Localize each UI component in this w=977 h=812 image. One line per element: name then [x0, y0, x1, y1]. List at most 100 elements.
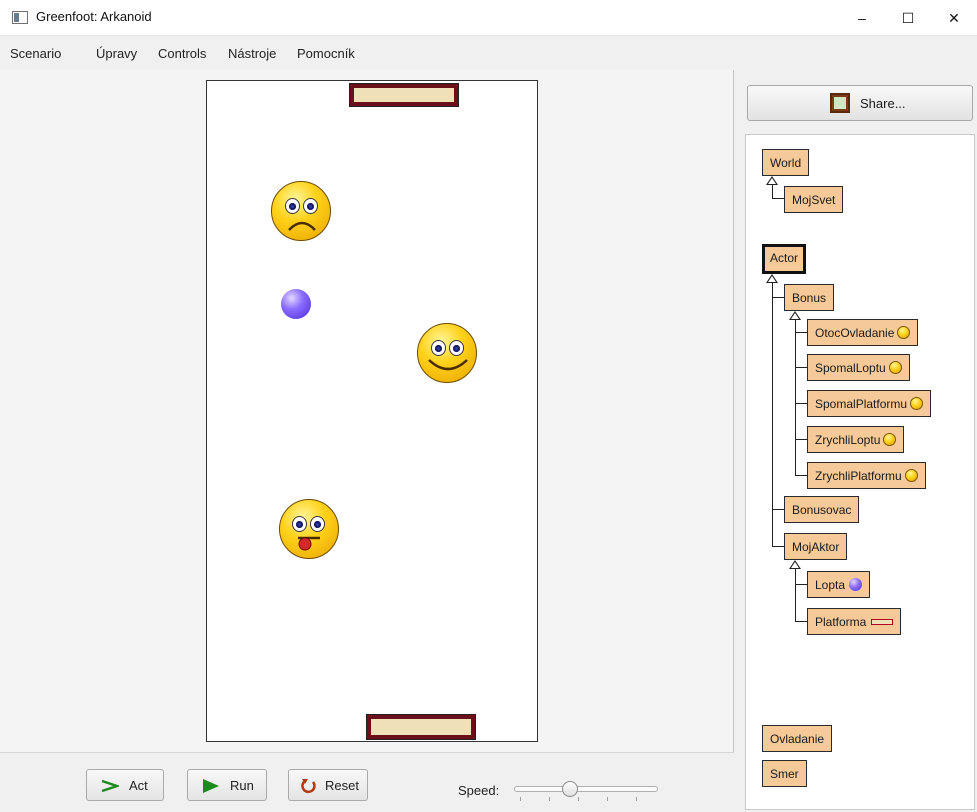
connector-line [795, 621, 807, 622]
minimize-icon[interactable]: – [839, 0, 885, 36]
connector-line [772, 546, 784, 547]
class-panel: Share... World MojSvet Actor Bonus OtocO… [735, 70, 977, 812]
class-mojsvet[interactable]: MojSvet [784, 186, 844, 213]
slider-tick [520, 797, 521, 801]
smile-mouth-icon [428, 359, 468, 371]
connector-line [795, 439, 807, 440]
connector-line [772, 198, 784, 199]
paddle-icon [871, 619, 894, 625]
class-zrychliloptu[interactable]: ZrychliLoptu [807, 426, 905, 453]
connector-line [795, 367, 807, 368]
connector-line [795, 475, 807, 476]
class-mojaktor[interactable]: MojAktor [784, 533, 848, 560]
act-arrow-icon [101, 779, 119, 793]
class-ovladanie[interactable]: Ovladanie [762, 725, 833, 752]
class-otocovladanie[interactable]: OtocOvladanie [807, 319, 919, 346]
speed-slider[interactable] [514, 786, 658, 792]
class-bonusovac[interactable]: Bonusovac [784, 496, 860, 523]
smiley-face-bonus[interactable] [417, 323, 477, 383]
face-icon [897, 326, 911, 339]
face-icon [904, 469, 918, 482]
menu-bar: Scenario Úpravy Controls Nástroje Pomocn… [0, 36, 977, 70]
class-lopta[interactable]: Lopta [807, 571, 871, 598]
class-label: SpomalLoptu [815, 361, 886, 375]
act-button[interactable]: Act [86, 769, 164, 801]
class-label: OtocOvladanie [815, 326, 895, 340]
tongue-mouth-icon [298, 536, 320, 551]
menu-scenario[interactable]: Scenario [10, 46, 61, 61]
ball-icon [849, 578, 863, 591]
face-icon [883, 433, 897, 446]
inheritance-arrow-icon [789, 311, 801, 320]
menu-upravy[interactable]: Úpravy [96, 46, 137, 61]
close-icon[interactable]: ✕ [931, 0, 977, 36]
face-icon [888, 361, 902, 374]
eye-icon [292, 516, 307, 532]
class-label: ZrychliLoptu [815, 433, 881, 447]
speed-slider-thumb[interactable] [562, 781, 578, 797]
easel-icon [830, 93, 850, 113]
ball[interactable] [281, 289, 311, 319]
class-bonus[interactable]: Bonus [784, 284, 835, 311]
reset-button[interactable]: Reset [288, 769, 368, 801]
window-title: Greenfoot: Arkanoid [36, 9, 152, 24]
class-diagram: World MojSvet Actor Bonus OtocOvladanie … [745, 134, 975, 810]
eye-icon [310, 516, 325, 532]
reset-label: Reset [325, 778, 359, 793]
frown-mouth-icon [288, 221, 316, 231]
connector-line [772, 283, 773, 547]
world-area [0, 70, 734, 752]
menu-controls[interactable]: Controls [158, 46, 206, 61]
menu-nastroje[interactable]: Nástroje [228, 46, 276, 61]
game-world[interactable] [206, 80, 538, 742]
run-button[interactable]: Run [187, 769, 267, 801]
connector-line [795, 403, 807, 404]
inheritance-arrow-icon [766, 274, 778, 283]
class-label: Platforma [815, 615, 867, 629]
act-label: Act [129, 778, 148, 793]
face-icon [910, 397, 924, 410]
eye-icon [303, 198, 318, 214]
bottom-paddle[interactable] [366, 714, 476, 740]
class-platforma[interactable]: Platforma [807, 608, 902, 635]
eye-icon [431, 340, 446, 356]
class-label: ZrychliPlatformu [815, 469, 902, 483]
eye-icon [449, 340, 464, 356]
class-spomalplatformu[interactable]: SpomalPlatformu [807, 390, 932, 417]
connector-line [795, 584, 807, 585]
title-bar: Greenfoot: Arkanoid – ☐ ✕ [0, 0, 977, 36]
inheritance-arrow-icon [766, 176, 778, 185]
connector-line [772, 185, 773, 199]
class-world[interactable]: World [762, 149, 810, 176]
class-label: Lopta [815, 578, 846, 592]
connector-line [795, 332, 807, 333]
run-label: Run [230, 778, 254, 793]
top-paddle[interactable] [349, 83, 459, 107]
class-label: SpomalPlatformu [815, 397, 908, 411]
connector-line [772, 297, 784, 298]
execution-controls: Act Run Reset Speed: [0, 752, 734, 812]
connector-line [795, 569, 796, 621]
speed-label: Speed: [458, 783, 500, 798]
slider-tick [578, 797, 579, 801]
sad-face-bonus[interactable] [271, 181, 331, 241]
share-label: Share... [860, 96, 906, 111]
greenfoot-app-icon [12, 11, 28, 24]
slider-tick [549, 797, 550, 801]
play-icon [203, 779, 219, 793]
class-smer[interactable]: Smer [762, 760, 807, 787]
menu-pomocnik[interactable]: Pomocník [297, 46, 355, 61]
inheritance-arrow-icon [789, 560, 801, 569]
slider-tick [607, 797, 608, 801]
maximize-icon[interactable]: ☐ [885, 0, 931, 36]
connector-line [772, 509, 784, 510]
connector-line [795, 320, 796, 475]
class-zrychliplatformu[interactable]: ZrychliPlatformu [807, 462, 926, 489]
class-spomalloptu[interactable]: SpomalLoptu [807, 354, 910, 381]
class-actor[interactable]: Actor [762, 244, 807, 274]
tongue-face-bonus[interactable] [279, 499, 339, 559]
share-button[interactable]: Share... [747, 85, 973, 121]
eye-icon [285, 198, 300, 214]
reset-icon [301, 779, 316, 794]
slider-tick [636, 797, 637, 801]
